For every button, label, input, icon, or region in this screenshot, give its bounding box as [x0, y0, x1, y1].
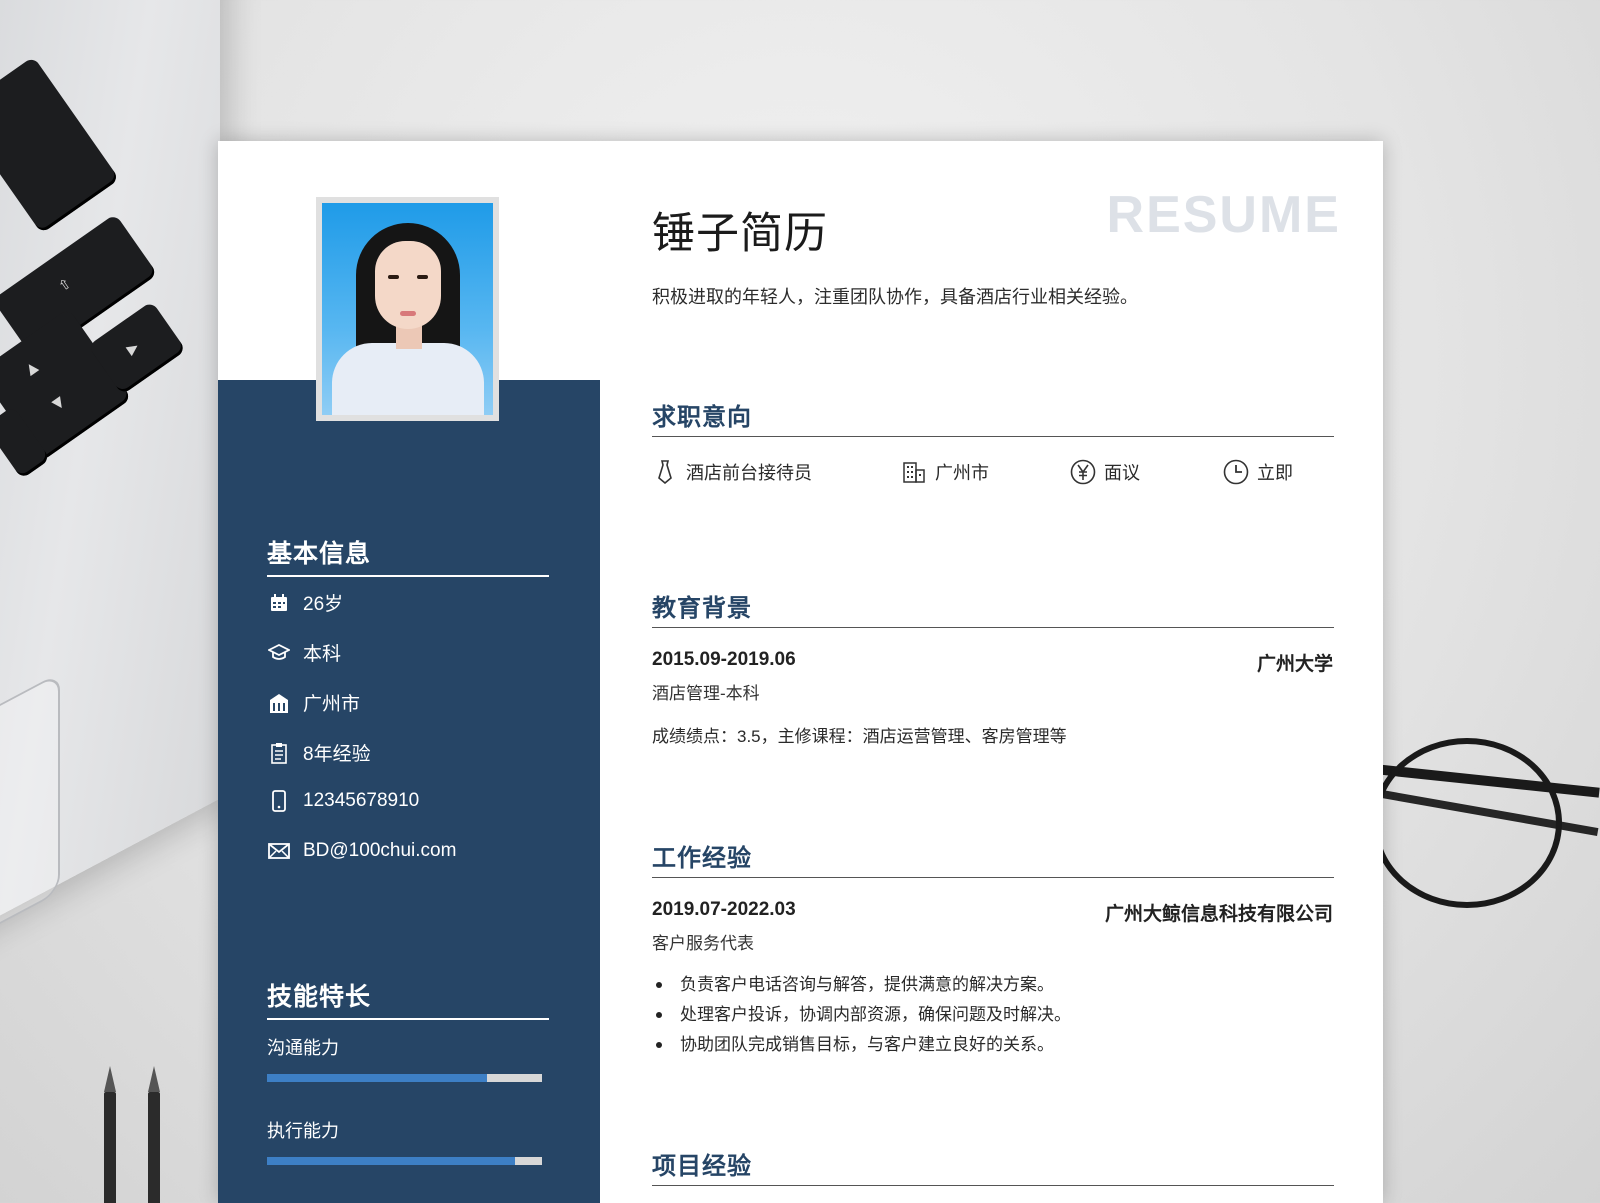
calendar-icon	[267, 591, 291, 615]
touchpad	[0, 672, 60, 988]
resume-name: 锤子简历	[652, 210, 828, 258]
intent-availability: 立即	[1223, 459, 1293, 485]
education-detail: 成绩绩点：3.5，主修课程：酒店运营管理、客房管理等	[652, 727, 1067, 746]
job-intent-title: 求职意向	[652, 397, 1334, 437]
work-role: 客户服务代表	[652, 934, 754, 953]
photo-image	[322, 203, 493, 415]
education-major: 酒店管理-本科	[652, 684, 760, 703]
intent-position: 酒店前台接待员	[652, 459, 812, 485]
skill-name: 执行能力	[267, 1121, 339, 1141]
resume-watermark: RESUME	[1106, 186, 1341, 244]
clock-icon	[1223, 459, 1249, 485]
skill-bar	[267, 1157, 542, 1165]
tie-icon	[652, 459, 678, 485]
work-bullets: 负责客户电话咨询与解答，提供满意的解决方案。 处理客户投诉，协调内部资源，确保问…	[652, 970, 1071, 1060]
skills-title: 技能特长	[267, 977, 549, 1020]
work-bullet: 协助团队完成销售目标，与客户建立良好的关系。	[652, 1030, 1071, 1060]
work-date: 2019.07-2022.03	[652, 899, 796, 920]
info-experience-text: 8年经验	[303, 744, 371, 765]
skill-level: 熟练	[1293, 1040, 1329, 1060]
resume-sheet: 基本信息 26岁 本科 广州市 8年经验 12345678910 BD@100c	[218, 141, 1383, 1203]
building-icon	[267, 691, 291, 715]
info-experience: 8年经验	[267, 739, 371, 766]
info-phone-text: 12345678910	[303, 790, 420, 811]
education-date: 2015.09-2019.06	[652, 649, 796, 670]
intent-salary-text: 面议	[1104, 463, 1140, 483]
profile-photo	[316, 197, 499, 421]
office-building-icon	[901, 459, 927, 485]
work-company: 广州大鲸信息科技有限公司	[1104, 904, 1333, 925]
info-email-text: BD@100chui.com	[303, 840, 457, 861]
info-education-text: 本科	[303, 644, 342, 665]
info-age: 26岁	[267, 589, 343, 616]
basic-info-title: 基本信息	[267, 534, 549, 577]
project-title: 项目经验	[652, 1146, 1334, 1186]
intent-city: 广州市	[901, 459, 989, 485]
info-city-text: 广州市	[303, 694, 361, 715]
work-bullet: 负责客户电话咨询与解答，提供满意的解决方案。	[652, 970, 1071, 1000]
intent-city-text: 广州市	[935, 463, 989, 483]
mail-icon	[267, 839, 291, 863]
pencil	[148, 1066, 160, 1203]
info-education: 本科	[267, 639, 341, 666]
intent-position-text: 酒店前台接待员	[686, 463, 812, 483]
summary-text: 积极进取的年轻人，注重团队协作，具备酒店行业相关经验。	[652, 287, 1138, 307]
skill-bar	[267, 1074, 542, 1082]
skill-bar-fill	[267, 1157, 515, 1165]
skill-bar-fill	[267, 1074, 487, 1082]
yen-icon	[1070, 459, 1096, 485]
skill-name: 沟通能力	[267, 1038, 339, 1058]
info-email: BD@100chui.com	[267, 839, 456, 863]
intent-availability-text: 立即	[1257, 463, 1293, 483]
intent-salary: 面议	[1070, 459, 1140, 485]
education-title: 教育背景	[652, 588, 1334, 628]
glasses	[1372, 738, 1562, 908]
info-phone: 12345678910	[267, 789, 419, 813]
work-title: 工作经验	[652, 838, 1334, 878]
info-age-text: 26岁	[303, 594, 344, 615]
pencil	[104, 1066, 116, 1203]
clipboard-icon	[267, 741, 291, 765]
phone-icon	[267, 789, 291, 813]
skill-level: 精通	[1293, 1123, 1329, 1143]
info-city: 广州市	[267, 689, 360, 716]
work-bullet: 处理客户投诉，协调内部资源，确保问题及时解决。	[652, 1000, 1071, 1030]
graduation-cap-icon	[267, 641, 291, 665]
education-school: 广州大学	[1256, 654, 1333, 675]
